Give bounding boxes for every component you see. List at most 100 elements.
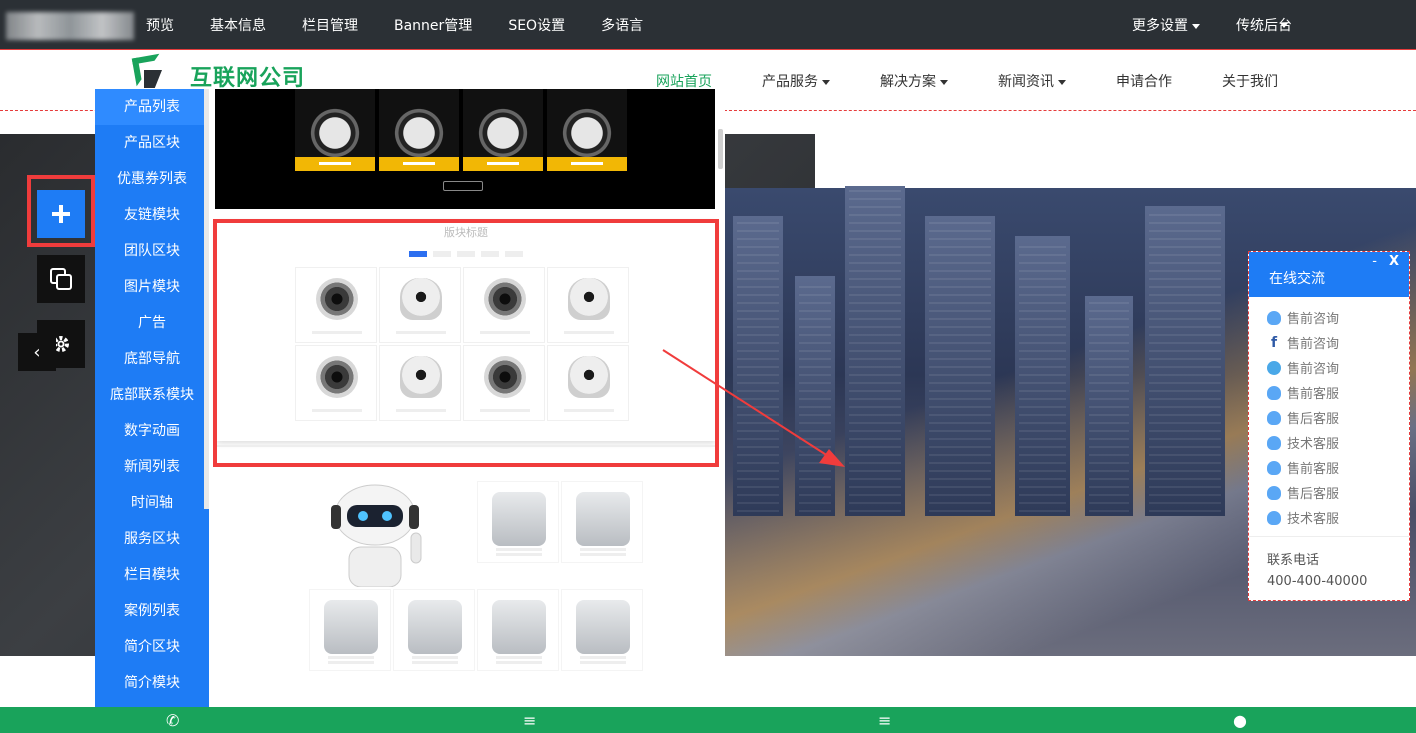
caret-down-icon bbox=[1192, 23, 1200, 29]
site-nav-about[interactable]: 关于我们 bbox=[1222, 71, 1278, 91]
chat-tel-number: 400-400-40000 bbox=[1267, 574, 1368, 589]
chat-row-label: 技术客服 bbox=[1287, 512, 1340, 527]
chat-row-label: 售后客服 bbox=[1287, 412, 1340, 427]
module-item-timeline[interactable]: 时间轴 bbox=[95, 485, 209, 521]
site-nav-products-label: 产品服务 bbox=[762, 74, 818, 90]
module-item-intro-module[interactable]: 简介模块 bbox=[95, 665, 209, 701]
robot-product-cell bbox=[477, 481, 559, 563]
site-nav-news[interactable]: 新闻资讯 bbox=[998, 71, 1066, 91]
chat-header: 在线交流 -X bbox=[1249, 252, 1409, 297]
camera-block-highlight bbox=[213, 219, 719, 467]
chat-close-button[interactable]: X bbox=[1389, 254, 1399, 269]
module-item-friend-links[interactable]: 友链模块 bbox=[95, 197, 209, 233]
watch-caption-bar bbox=[547, 157, 627, 171]
qq-icon bbox=[1267, 435, 1281, 450]
chat-row-label: 技术客服 bbox=[1287, 437, 1340, 452]
chat-row-label: 售前客服 bbox=[1287, 387, 1340, 402]
module-item-news-list[interactable]: 新闻列表 bbox=[95, 449, 209, 485]
qq-icon bbox=[1267, 310, 1281, 325]
nav-banner-management[interactable]: Banner管理 bbox=[394, 15, 472, 35]
nav-preview[interactable]: 预览 bbox=[146, 15, 174, 35]
admin-nav: 预览 基本信息 栏目管理 Banner管理 SEO设置 多语言 bbox=[146, 0, 679, 50]
chat-row-tech-1[interactable]: 技术客服 bbox=[1249, 430, 1409, 455]
admin-right-nav: 更多设置 传统后台 bbox=[1096, 0, 1292, 50]
chat-row-label: 售前咨询 bbox=[1287, 362, 1340, 377]
module-item-intro-block[interactable]: 简介区块 bbox=[95, 629, 209, 665]
site-nav-products[interactable]: 产品服务 bbox=[762, 71, 830, 91]
module-item-image-module[interactable]: 图片模块 bbox=[95, 269, 209, 305]
module-item-column-module[interactable]: 栏目模块 bbox=[95, 557, 209, 593]
module-item-footer-nav[interactable]: 底部导航 bbox=[95, 341, 209, 377]
caret-down-icon bbox=[1058, 79, 1066, 85]
menu-icon[interactable]: ≡ bbox=[878, 711, 891, 730]
chat-row-label: 售前客服 bbox=[1287, 462, 1340, 477]
chevron-left-icon: ‹ bbox=[33, 341, 41, 363]
qq-icon bbox=[1267, 510, 1281, 525]
user-menu-caret-icon[interactable] bbox=[1280, 23, 1288, 28]
qq-icon bbox=[1267, 385, 1281, 400]
chat-row-presale-1[interactable]: 售前咨询 bbox=[1249, 305, 1409, 330]
skype-icon bbox=[1267, 360, 1281, 375]
preview-scrollbar[interactable] bbox=[718, 129, 723, 169]
module-item-coupon-list[interactable]: 优惠券列表 bbox=[95, 161, 209, 197]
chat-row-presale-service-1[interactable]: 售前客服 bbox=[1249, 380, 1409, 405]
nav-column-management[interactable]: 栏目管理 bbox=[302, 15, 358, 35]
qq-icon bbox=[1267, 485, 1281, 500]
chat-row-tech-2[interactable]: 技术客服 bbox=[1249, 505, 1409, 530]
add-module-button[interactable] bbox=[37, 190, 85, 238]
logo-text: 互联网公司 bbox=[190, 66, 306, 91]
site-nav-solutions-label: 解决方案 bbox=[880, 74, 936, 90]
site-nav-cooperation[interactable]: 申请合作 bbox=[1116, 71, 1172, 91]
copy-button[interactable] bbox=[37, 255, 85, 303]
mobile-footer-bar: ✆ ≡ ≡ ● bbox=[0, 707, 1416, 733]
module-item-number-animation[interactable]: 数字动画 bbox=[95, 413, 209, 449]
chat-controls: -X bbox=[1372, 234, 1399, 289]
chat-row-label: 售前咨询 bbox=[1287, 312, 1340, 327]
module-item-service-block[interactable]: 服务区块 bbox=[95, 521, 209, 557]
watch-caption-bar bbox=[379, 157, 459, 171]
robot-product-cell bbox=[477, 589, 559, 671]
more-settings-label: 更多设置 bbox=[1132, 18, 1188, 34]
chat-row-aftersale-1[interactable]: 售后客服 bbox=[1249, 405, 1409, 430]
preview-watch-block[interactable] bbox=[215, 89, 715, 209]
phone-icon[interactable]: ✆ bbox=[166, 711, 179, 730]
module-item-team-block[interactable]: 团队区块 bbox=[95, 233, 209, 269]
nav-basic-info[interactable]: 基本信息 bbox=[210, 15, 266, 35]
plus-icon bbox=[52, 205, 70, 223]
caret-down-icon bbox=[940, 79, 948, 85]
site-nav-solutions[interactable]: 解决方案 bbox=[880, 71, 948, 91]
watch-caption-bar bbox=[463, 157, 543, 171]
module-list: 产品列表 产品区块 优惠券列表 友链模块 团队区块 图片模块 广告 底部导航 底… bbox=[95, 89, 209, 719]
robot-product-cell bbox=[393, 589, 475, 671]
module-item-footer-contact[interactable]: 底部联系模块 bbox=[95, 377, 209, 413]
site-nav-home[interactable]: 网站首页 bbox=[656, 71, 712, 91]
robot-product-cell bbox=[561, 481, 643, 563]
chat-row-presale-service-2[interactable]: 售前客服 bbox=[1249, 455, 1409, 480]
module-item-product-block[interactable]: 产品区块 bbox=[95, 125, 209, 161]
module-item-product-list[interactable]: 产品列表 bbox=[95, 89, 209, 125]
watch-more-button bbox=[443, 181, 483, 191]
more-settings-dropdown[interactable]: 更多设置 bbox=[1132, 15, 1200, 35]
robot-product-cell bbox=[309, 589, 391, 671]
chat-row-label: 售前咨询 bbox=[1287, 337, 1340, 352]
module-item-ad[interactable]: 广告 bbox=[95, 305, 209, 341]
robot-feature-image bbox=[293, 481, 457, 588]
nav-multilanguage[interactable]: 多语言 bbox=[601, 15, 643, 35]
chat-row-aftersale-2[interactable]: 售后客服 bbox=[1249, 480, 1409, 505]
chat-tel-label: 联系电话 bbox=[1267, 553, 1320, 568]
chat-row-presale-2[interactable]: f 售前咨询 bbox=[1249, 330, 1409, 355]
chat-minimize-button[interactable]: - bbox=[1372, 254, 1377, 269]
chat-title: 在线交流 bbox=[1269, 271, 1325, 287]
collapse-panel-button[interactable]: ‹ bbox=[18, 333, 56, 371]
module-item-case-list[interactable]: 案例列表 bbox=[95, 593, 209, 629]
facebook-icon: f bbox=[1270, 334, 1278, 351]
caret-down-icon bbox=[822, 79, 830, 85]
chat-row-presale-3[interactable]: 售前咨询 bbox=[1249, 355, 1409, 380]
watch-caption-bar bbox=[295, 157, 375, 171]
nav-seo-settings[interactable]: SEO设置 bbox=[508, 15, 565, 35]
menu-icon[interactable]: ≡ bbox=[523, 711, 536, 730]
chat-divider bbox=[1249, 536, 1409, 537]
chat-row-label: 售后客服 bbox=[1287, 487, 1340, 502]
admin-topbar: 预览 基本信息 栏目管理 Banner管理 SEO设置 多语言 更多设置 传统后… bbox=[0, 0, 1416, 50]
qq-icon[interactable]: ● bbox=[1233, 711, 1247, 730]
